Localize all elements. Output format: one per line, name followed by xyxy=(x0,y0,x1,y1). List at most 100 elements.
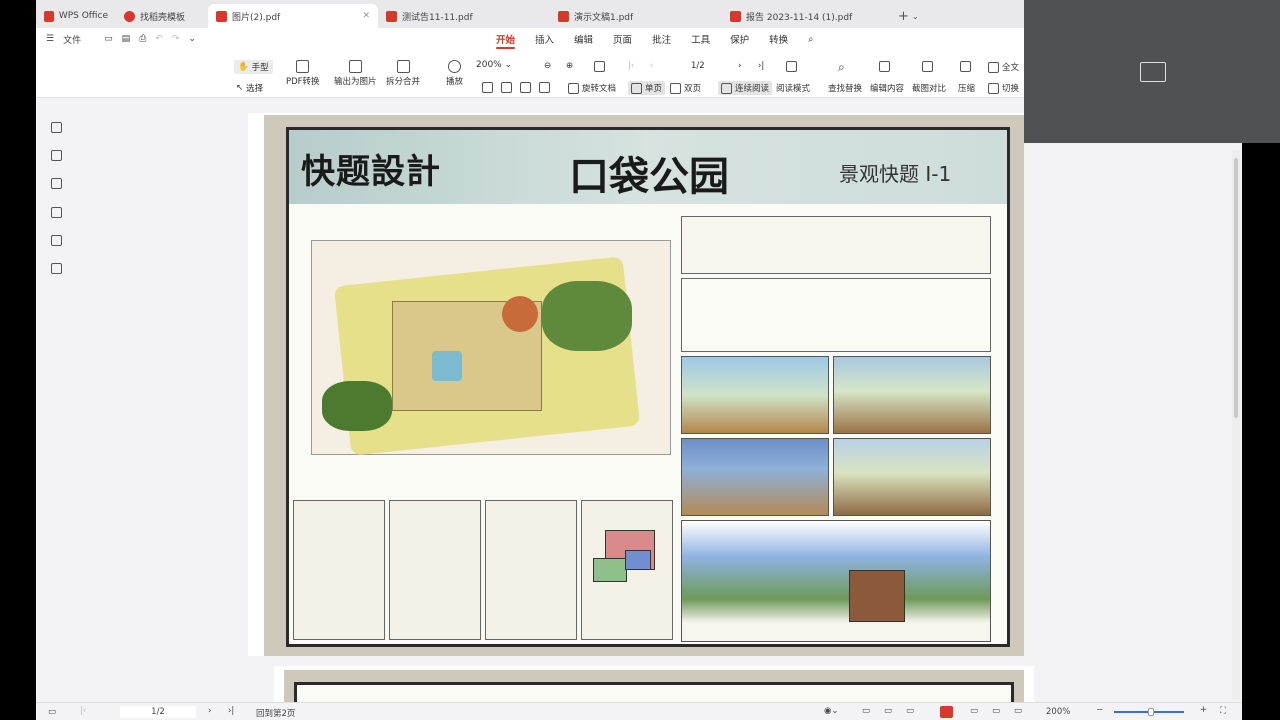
new-tab-plus-icon[interactable]: + ⌄ xyxy=(892,4,925,28)
single-page-button[interactable]: 单页 xyxy=(628,81,666,95)
tab-annotate[interactable]: 批注 xyxy=(642,28,681,50)
zoom-in-icon[interactable]: ⊕ xyxy=(566,61,573,71)
next-page-status-icon[interactable]: › xyxy=(208,706,211,716)
crop-compare-icon[interactable] xyxy=(922,61,933,72)
continuous-read-button[interactable]: 连续阅读 xyxy=(718,81,773,95)
print-icon[interactable]: ⎙ xyxy=(139,34,146,44)
search-replace-icon[interactable]: ⌕ xyxy=(838,60,845,75)
back-to-page-link[interactable]: 回到第2页 xyxy=(256,707,295,719)
switch-button[interactable]: 切换 xyxy=(988,82,1019,94)
right-black-strip xyxy=(1242,143,1280,720)
poster-image: 快题設計 口袋公园 景观快题 I-1 xyxy=(264,115,1024,656)
poster-title-right: 口袋公园 xyxy=(569,154,729,200)
next-page-icon[interactable]: › xyxy=(738,61,741,71)
tab-start[interactable]: 开始 xyxy=(486,28,525,50)
play-button[interactable]: 播放 xyxy=(446,60,463,87)
tab-close-icon[interactable]: ✕ xyxy=(362,11,370,21)
hand-tool-button[interactable]: ✋ 手型 xyxy=(234,60,273,74)
tab-tools[interactable]: 工具 xyxy=(681,28,720,50)
tab-edit[interactable]: 编辑 xyxy=(564,28,603,50)
rotate-button[interactable]: 旋转文档 xyxy=(568,82,616,94)
analysis-3 xyxy=(485,500,577,640)
tab-image-pdf[interactable]: 图片(2).pdf ✕ xyxy=(208,4,378,28)
double-page-button[interactable]: 双页 xyxy=(670,82,701,94)
zoom-slider-handle[interactable] xyxy=(1148,708,1154,716)
file-menu[interactable]: 文件 xyxy=(63,33,81,46)
crop-compare-button[interactable]: 截图对比 xyxy=(912,82,946,94)
pdf-icon xyxy=(730,10,741,22)
poster-subtitle: 景观快题 I-1 xyxy=(839,162,952,186)
signature-icon[interactable] xyxy=(51,235,62,246)
actual-size-icon[interactable] xyxy=(482,82,493,93)
search-icon[interactable]: ⌕ xyxy=(798,28,823,50)
sidebar-toggle-icon[interactable]: ▭ xyxy=(48,707,56,717)
export-image-button[interactable]: 输出为图片 xyxy=(334,60,377,87)
tab-convert[interactable]: 转换 xyxy=(759,28,798,50)
tab-report-pdf[interactable]: 报告 2023-11-14 (1).pdf xyxy=(722,4,892,28)
layers-icon[interactable] xyxy=(51,263,62,274)
read-mode-button[interactable]: 阅读模式 xyxy=(776,82,810,94)
status-zoom[interactable]: 200% xyxy=(1046,707,1070,717)
tab-wps-office[interactable]: WPS Office xyxy=(36,4,116,28)
compress-button[interactable]: 压缩 xyxy=(958,82,975,94)
bookmark-icon[interactable] xyxy=(51,122,62,133)
comment-icon[interactable] xyxy=(51,178,62,189)
record-icon[interactable] xyxy=(940,706,953,718)
zoom-out-icon[interactable]: ⊖ xyxy=(544,61,551,71)
fit-page-icon[interactable] xyxy=(594,61,605,72)
tag-icon[interactable] xyxy=(51,207,62,218)
copy-icon[interactable] xyxy=(539,82,550,93)
prev-first-icon[interactable]: |‹ xyxy=(628,61,634,71)
last-page-status-icon[interactable]: ›| xyxy=(228,706,234,716)
zoom-in-status-icon[interactable]: + xyxy=(1200,705,1207,715)
split-merge-icon xyxy=(396,60,410,73)
tab-test-pdf[interactable]: 测试告11-11.pdf xyxy=(378,4,550,28)
page-counter[interactable]: 1/2 xyxy=(691,61,705,71)
page-number-input[interactable]: 1/2 xyxy=(120,706,196,718)
tab-page[interactable]: 页面 xyxy=(603,28,642,50)
tab-insert[interactable]: 插入 xyxy=(525,28,564,50)
last-page-icon[interactable]: ›| xyxy=(758,61,764,71)
tab-protect[interactable]: 保护 xyxy=(720,28,759,50)
compress-icon[interactable] xyxy=(960,61,971,72)
wps-logo-icon xyxy=(44,10,54,22)
zoom-out-status-icon[interactable]: − xyxy=(1096,705,1103,715)
edit-content-button[interactable]: 编辑内容 xyxy=(870,82,904,94)
read-mode-top-icon[interactable] xyxy=(786,61,797,72)
rotate-icon xyxy=(568,82,579,94)
tab-template[interactable]: 找稻壳模板 xyxy=(116,4,208,28)
find-replace-button[interactable]: 查找替换 xyxy=(828,82,862,94)
zoom-select[interactable]: 200% ⌄ xyxy=(476,60,536,70)
cursor-icon: ↖ xyxy=(236,83,244,93)
folder-icon[interactable]: ▭ xyxy=(104,34,113,44)
thumbnail-icon[interactable] xyxy=(51,150,62,161)
crop-icon[interactable] xyxy=(501,82,512,93)
undo-icon[interactable]: ↶ xyxy=(155,34,163,44)
full-text-button[interactable]: 全文 xyxy=(988,61,1019,73)
chevron-down-icon: ⌄ xyxy=(504,60,513,70)
tab-label: 演示文稿1.pdf xyxy=(574,12,634,23)
scrollbar-thumb[interactable] xyxy=(1234,158,1238,418)
hamburger-icon[interactable]: ☰ xyxy=(46,34,54,44)
lock-icon[interactable] xyxy=(1140,62,1166,82)
full-text-icon xyxy=(988,61,999,73)
eye-icon[interactable]: ◉⌄ xyxy=(824,706,839,716)
pdf-convert-button[interactable]: PDF转换 xyxy=(286,60,320,87)
more-chevron-icon[interactable]: ⌄ xyxy=(188,34,196,44)
fullscreen-icon[interactable]: ⛶ xyxy=(1220,706,1226,716)
double-page-icon xyxy=(670,82,681,94)
first-page-icon[interactable]: |‹ xyxy=(80,706,86,716)
split-merge-button[interactable]: 拆分合并 xyxy=(386,60,420,87)
tab-label: 图片(2).pdf xyxy=(232,12,281,23)
edit-content-icon[interactable] xyxy=(879,61,890,72)
hand-icon: ✋ xyxy=(238,62,249,72)
view-mode-icons: ▭▭▭ xyxy=(862,706,929,716)
prev-page-icon[interactable]: ‹ xyxy=(650,61,653,71)
save-icon[interactable]: ▤ xyxy=(122,34,131,44)
fit-width-icon[interactable] xyxy=(520,82,531,93)
select-tool-button[interactable]: ↖ 选择 xyxy=(236,82,263,94)
tab-slides-pdf[interactable]: 演示文稿1.pdf xyxy=(550,4,722,28)
view-icons-group xyxy=(482,82,550,93)
redo-icon[interactable]: ↷ xyxy=(172,34,180,44)
sketch-notes xyxy=(681,278,991,352)
